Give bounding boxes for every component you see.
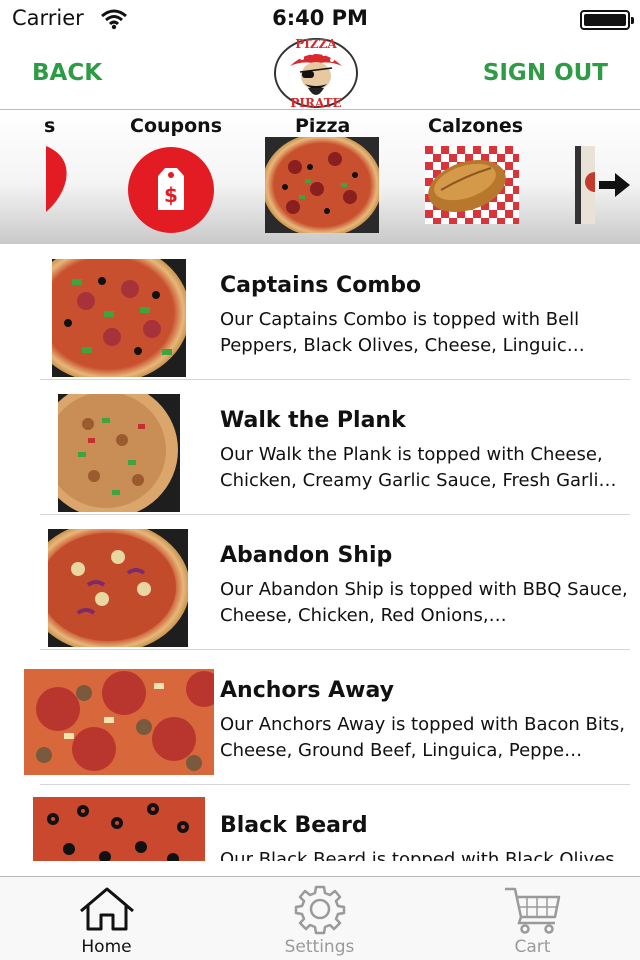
item-photo — [26, 521, 190, 653]
item-photo — [33, 797, 205, 861]
pizza-pirate-logo: PIZZA PIRATE — [272, 36, 360, 110]
calzone-photo — [425, 146, 519, 228]
tab-label: Settings — [284, 937, 355, 957]
item-title: Abandon Ship — [220, 543, 393, 568]
tab-bar: Home Settings Cart — [0, 876, 640, 960]
cart-icon — [504, 887, 560, 934]
battery-icon — [580, 10, 634, 30]
item-photo — [26, 245, 190, 383]
list-item[interactable]: Abandon Ship Our Abandon Ship is topped … — [0, 515, 640, 653]
status-bar: Carrier 6:40 PM — [0, 0, 640, 40]
list-item[interactable]: Anchors Away Our Anchors Away is topped … — [0, 650, 640, 785]
item-description: Our Walk the Plank is topped with Cheese… — [220, 444, 617, 491]
menu-item-list[interactable]: Captains Combo Our Captains Combo is top… — [0, 245, 640, 861]
navigation-bar: BACK PIZZA PIRATE SIGN OUT — [0, 37, 640, 110]
item-title: Walk the Plank — [220, 408, 406, 433]
svg-text:$: $ — [164, 183, 178, 207]
heart-icon — [46, 146, 70, 216]
sign-out-button[interactable]: SIGN OUT — [483, 60, 608, 86]
pizza-photo — [262, 133, 382, 237]
tab-home[interactable]: Home — [0, 877, 213, 960]
item-description: Our Anchors Away is topped with Bacon Bi… — [220, 714, 626, 761]
list-item[interactable]: Walk the Plank Our Walk the Plank is top… — [0, 380, 640, 518]
item-description: Our Black Beard is topped with Black Oli… — [220, 849, 621, 861]
gear-icon — [294, 885, 345, 935]
list-item[interactable]: Black Beard Our Black Beard is topped wi… — [0, 785, 640, 861]
partial-photo — [575, 146, 605, 228]
logo-text-bottom: PIRATE — [290, 96, 341, 110]
tab-label: Cart — [514, 937, 551, 957]
category-carousel[interactable]: s Coupons $ Pizza Calzones — [0, 110, 640, 244]
item-title: Anchors Away — [220, 678, 394, 703]
logo-text-top: PIZZA — [295, 37, 337, 51]
tab-label: Home — [81, 937, 132, 957]
category-label: Pizza — [295, 115, 351, 137]
item-description: Our Abandon Ship is topped with BBQ Sauc… — [220, 579, 628, 626]
list-item[interactable]: Captains Combo Our Captains Combo is top… — [0, 245, 640, 383]
item-photo — [38, 382, 180, 518]
item-description: Our Captains Combo is topped with Bell P… — [220, 309, 585, 356]
item-photo — [24, 669, 222, 779]
tab-cart[interactable]: Cart — [426, 877, 639, 960]
status-time: 6:40 PM — [272, 6, 368, 30]
price-tag-icon: $ — [127, 146, 215, 238]
home-icon — [79, 887, 134, 931]
tab-settings[interactable]: Settings — [213, 877, 426, 960]
arrow-right-icon[interactable] — [599, 172, 631, 202]
back-button[interactable]: BACK — [32, 60, 102, 86]
category-label: Calzones — [428, 115, 524, 137]
category-label: Coupons — [130, 115, 223, 137]
category-label: s — [44, 115, 56, 137]
item-title: Captains Combo — [220, 273, 422, 298]
item-title: Black Beard — [220, 813, 368, 838]
